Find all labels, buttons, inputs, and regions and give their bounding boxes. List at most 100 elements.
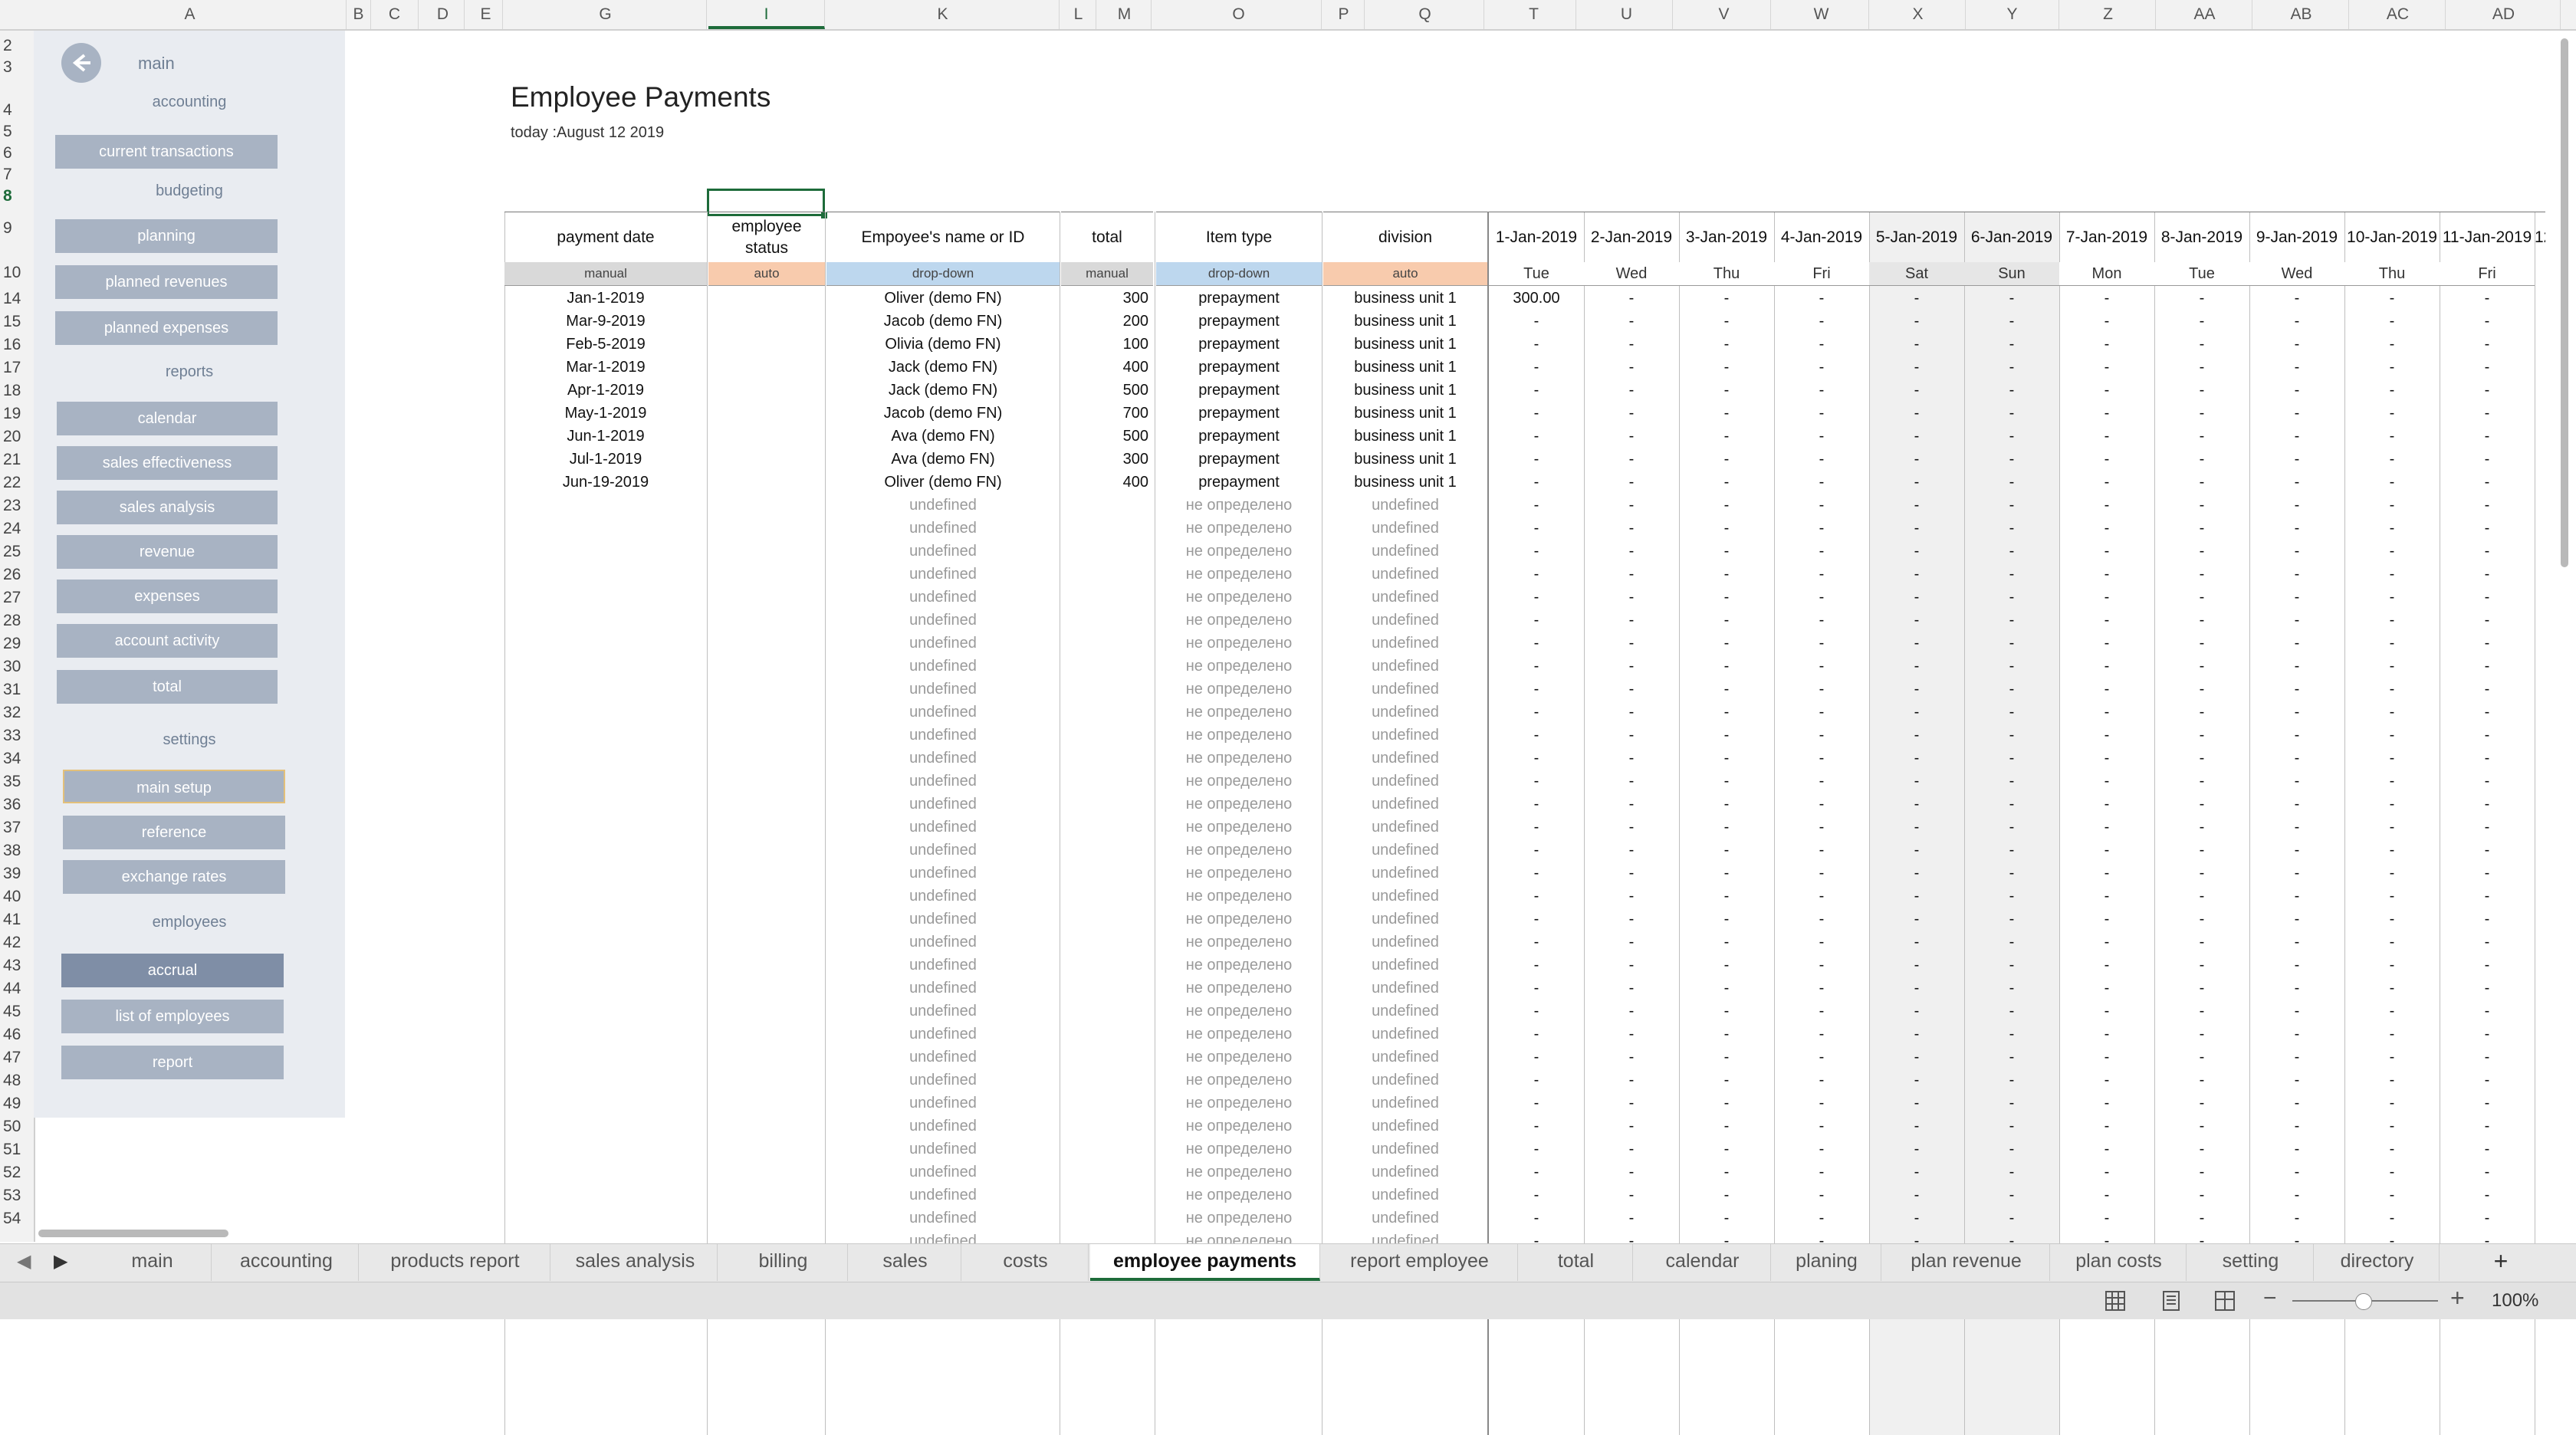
daily-amount-cell[interactable]: - — [1584, 1046, 1679, 1069]
sheet-tab-main[interactable]: main — [94, 1244, 212, 1281]
employee-name-cell[interactable]: Oliver (demo FN) — [826, 287, 1060, 310]
daily-amount-cell[interactable]: - — [2154, 1115, 2249, 1138]
daily-amount-cell[interactable]: - — [2344, 816, 2440, 839]
date-column-header[interactable]: 4-Jan-2019 — [1774, 212, 1869, 263]
daily-amount-cell[interactable]: - — [2059, 379, 2154, 402]
employee-name-cell[interactable]: Ava (demo FN) — [826, 425, 1060, 448]
daily-amount-cell[interactable]: - — [2249, 701, 2344, 724]
daily-amount-cell[interactable]: - — [2344, 839, 2440, 862]
column-header-q[interactable]: Q — [1366, 0, 1484, 29]
daily-amount-cell[interactable]: - — [2249, 1115, 2344, 1138]
item-type-cell[interactable]: не определено — [1156, 540, 1322, 563]
daily-amount-cell[interactable]: - — [2249, 977, 2344, 1000]
daily-amount-cell[interactable]: - — [1679, 1207, 1774, 1230]
daily-amount-cell[interactable]: - — [1679, 1161, 1774, 1184]
daily-amount-cell[interactable]: - — [2059, 310, 2154, 333]
daily-amount-cell[interactable]: - — [2249, 1138, 2344, 1161]
daily-amount-cell[interactable]: - — [2440, 379, 2535, 402]
daily-amount-cell[interactable]: - — [1774, 494, 1869, 517]
daily-amount-cell[interactable]: - — [2249, 862, 2344, 885]
sheet-tab-products-report[interactable]: products report — [360, 1244, 550, 1281]
daily-amount-cell[interactable]: - — [2440, 816, 2535, 839]
daily-amount-cell[interactable]: - — [1964, 1000, 2059, 1023]
daily-amount-cell[interactable]: - — [2344, 494, 2440, 517]
daily-amount-cell[interactable]: - — [2440, 839, 2535, 862]
division-cell[interactable]: business unit 1 — [1323, 310, 1487, 333]
daily-amount-cell[interactable]: - — [2154, 609, 2249, 632]
daily-amount-cell[interactable]: - — [2440, 655, 2535, 678]
daily-amount-cell[interactable]: - — [2059, 793, 2154, 816]
daily-amount-cell[interactable]: - — [2344, 287, 2440, 310]
daily-amount-cell[interactable]: - — [1584, 770, 1679, 793]
date-column-header[interactable]: 5-Jan-2019 — [1869, 212, 1964, 263]
zoom-slider-thumb[interactable] — [2355, 1293, 2372, 1310]
item-type-cell[interactable]: prepayment — [1156, 310, 1322, 333]
daily-amount-cell[interactable]: - — [1869, 494, 1964, 517]
row-header-50[interactable]: 50 — [0, 1118, 34, 1136]
item-type-cell[interactable]: не определено — [1156, 931, 1322, 954]
daily-amount-cell[interactable]: - — [2344, 517, 2440, 540]
daily-amount-cell[interactable]: - — [2440, 1184, 2535, 1207]
daily-amount-cell[interactable]: - — [2249, 1207, 2344, 1230]
daily-amount-cell[interactable]: - — [2154, 724, 2249, 747]
item-type-cell[interactable]: не определено — [1156, 839, 1322, 862]
daily-amount-cell[interactable]: - — [1584, 862, 1679, 885]
daily-amount-cell[interactable]: - — [1774, 1115, 1869, 1138]
add-sheet-button[interactable]: + — [2473, 1244, 2528, 1281]
daily-amount-cell[interactable]: - — [2344, 402, 2440, 425]
daily-amount-cell[interactable]: - — [1679, 862, 1774, 885]
sidebar-button-revenue[interactable]: revenue — [57, 535, 278, 569]
division-cell[interactable]: undefined — [1323, 793, 1487, 816]
division-cell[interactable]: undefined — [1323, 908, 1487, 931]
column-header-z[interactable]: Z — [2061, 0, 2156, 29]
item-type-cell[interactable]: не определено — [1156, 977, 1322, 1000]
division-cell[interactable]: undefined — [1323, 816, 1487, 839]
daily-amount-cell[interactable]: - — [2059, 609, 2154, 632]
division-cell[interactable]: undefined — [1323, 1138, 1487, 1161]
daily-amount-cell[interactable]: - — [1584, 1138, 1679, 1161]
row-header-14[interactable]: 14 — [0, 290, 34, 308]
row-header-38[interactable]: 38 — [0, 842, 34, 860]
daily-amount-cell[interactable]: - — [2059, 977, 2154, 1000]
daily-amount-cell[interactable]: - — [2249, 287, 2344, 310]
daily-amount-cell[interactable]: - — [2440, 931, 2535, 954]
daily-amount-cell[interactable]: - — [2249, 1161, 2344, 1184]
daily-amount-cell[interactable]: - — [2344, 356, 2440, 379]
daily-amount-cell[interactable]: - — [2154, 931, 2249, 954]
employee-name-cell[interactable]: undefined — [826, 1023, 1060, 1046]
column-header-u[interactable]: U — [1581, 0, 1673, 29]
daily-amount-cell[interactable]: - — [2440, 862, 2535, 885]
daily-amount-cell[interactable]: - — [1679, 494, 1774, 517]
sidebar-button-account-activity[interactable]: account activity — [57, 624, 278, 658]
daily-amount-cell[interactable]: - — [2344, 333, 2440, 356]
daily-amount-cell[interactable]: - — [2059, 770, 2154, 793]
daily-amount-cell[interactable]: - — [1774, 701, 1869, 724]
daily-amount-cell[interactable]: - — [2059, 701, 2154, 724]
daily-amount-cell[interactable]: - — [2440, 701, 2535, 724]
daily-amount-cell[interactable]: - — [1489, 1115, 1584, 1138]
daily-amount-cell[interactable]: - — [1964, 1207, 2059, 1230]
daily-amount-cell[interactable]: - — [1964, 1184, 2059, 1207]
employee-name-cell[interactable]: undefined — [826, 908, 1060, 931]
sheet-tab-setting[interactable]: setting — [2188, 1244, 2314, 1281]
sidebar-button-planning[interactable]: planning — [55, 219, 278, 253]
employee-name-cell[interactable]: undefined — [826, 678, 1060, 701]
daily-amount-cell[interactable]: - — [2059, 816, 2154, 839]
daily-amount-cell[interactable]: - — [2154, 586, 2249, 609]
daily-amount-cell[interactable]: - — [2344, 885, 2440, 908]
horizontal-scrollbar[interactable] — [38, 1230, 228, 1237]
daily-amount-cell[interactable]: - — [2154, 402, 2249, 425]
sidebar-button-report[interactable]: report — [61, 1046, 284, 1079]
daily-amount-cell[interactable]: - — [1774, 839, 1869, 862]
daily-amount-cell[interactable]: - — [1869, 839, 1964, 862]
daily-amount-cell[interactable]: - — [2154, 563, 2249, 586]
employee-name-cell[interactable]: undefined — [826, 931, 1060, 954]
daily-amount-cell[interactable]: - — [1964, 747, 2059, 770]
daily-amount-cell[interactable]: - — [2249, 793, 2344, 816]
row-header-20[interactable]: 20 — [0, 428, 34, 446]
daily-amount-cell[interactable]: - — [2249, 609, 2344, 632]
daily-amount-cell[interactable]: - — [2059, 517, 2154, 540]
division-cell[interactable]: undefined — [1323, 1000, 1487, 1023]
daily-amount-cell[interactable]: - — [2059, 1161, 2154, 1184]
division-cell[interactable]: undefined — [1323, 747, 1487, 770]
